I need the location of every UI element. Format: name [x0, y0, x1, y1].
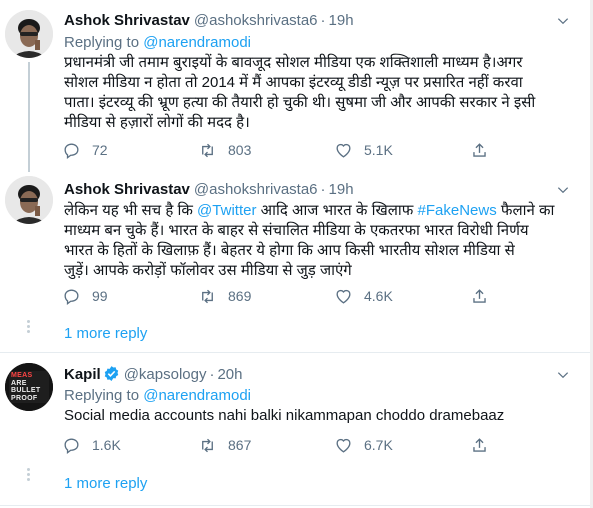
retweet-button[interactable]: 869 [198, 286, 251, 306]
retweet-button[interactable]: 867 [198, 435, 251, 455]
user-handle[interactable]: @ashokshrivasta6 [194, 181, 318, 198]
separator-dot: · [320, 12, 326, 29]
divider [0, 505, 593, 506]
share-button[interactable] [470, 140, 489, 160]
tweet-text-line: मीडिया से हज़ारों लोगों की मदद है। [64, 114, 250, 131]
show-more-replies-link[interactable]: 1 more reply [64, 474, 147, 494]
tweet-actions: 72 803 5.1K [62, 140, 522, 160]
share-button[interactable] [470, 435, 489, 455]
display-name[interactable]: Ashok Shrivastav [64, 181, 190, 198]
replying-to-link[interactable]: @narendramodi [143, 34, 251, 51]
replying-prefix: Replying to [64, 387, 144, 404]
tweet-header: Ashok Shrivastav @ashokshrivasta6 · 19h [64, 11, 354, 31]
tweet-actions: 99 869 4.6K [62, 286, 522, 306]
tweet-text: Social media accounts nahi balki nikamma… [64, 406, 586, 426]
reply-icon [64, 437, 79, 454]
like-count: 4.6K [364, 288, 393, 304]
retweet-count: 867 [228, 437, 252, 453]
reply-count: 1.6K [92, 437, 121, 453]
retweet-button[interactable]: 803 [198, 140, 251, 160]
tweet-text-line: भारत के हितों के खिलाफ़ हैं। बेहतर ये हो… [64, 242, 515, 259]
avatar-text: MEAS ARE BULLET PROOF [11, 372, 41, 402]
thread-continuation-dots [18, 318, 38, 335]
tweet-text-segment: आदि आज भारत के खिलाफ [256, 202, 418, 219]
thread-continuation-dots [18, 466, 38, 483]
reply-button[interactable]: 72 [62, 140, 108, 160]
tweet-1[interactable]: Ashok Shrivastav @ashokshrivasta6 · 19h Rep… [0, 0, 593, 172]
reply-button[interactable]: 1.6K [62, 435, 121, 455]
reply-count: 72 [92, 142, 108, 158]
like-button[interactable]: 4.6K [334, 286, 393, 306]
share-icon [473, 437, 486, 452]
chevron-down-icon[interactable] [556, 368, 570, 382]
retweet-icon [202, 143, 213, 157]
replying-to-link[interactable]: @narendramodi [143, 387, 251, 404]
tweet-text-segment: फैलाने का [496, 202, 555, 219]
replying-to: Replying to @narendramodi [64, 386, 251, 406]
avatar[interactable]: MEAS ARE BULLET PROOF [5, 363, 53, 411]
share-icon [473, 142, 486, 157]
chevron-down-icon[interactable] [556, 183, 570, 197]
avatar[interactable] [5, 10, 53, 58]
user-handle[interactable]: @kapsology [124, 366, 207, 383]
replying-prefix: Replying to [64, 34, 144, 51]
separator-dot: · [209, 366, 215, 383]
avatar[interactable] [5, 176, 53, 224]
tweet-text-line: सोशल मीडिया न होता तो 2014 में मैं आपका … [64, 74, 523, 91]
tweet-header: Ashok Shrivastav @ashokshrivasta6 · 19h [64, 180, 354, 200]
tweet-2[interactable]: Ashok Shrivastav @ashokshrivasta6 · 19h लेक… [0, 172, 593, 310]
verified-badge-icon [104, 366, 118, 381]
heart-icon [336, 143, 351, 158]
avatar-image [5, 10, 53, 58]
like-count: 6.7K [364, 437, 393, 453]
retweet-count: 869 [228, 288, 252, 304]
heart-icon [336, 289, 351, 304]
retweet-count: 803 [228, 142, 252, 158]
thread-line [28, 62, 30, 172]
tweet-text-line: माध्यम बन चुके हैं। भारत के बाहर से संचा… [64, 222, 529, 239]
reply-icon [64, 288, 79, 305]
retweet-icon [202, 438, 213, 452]
mention-link[interactable]: @Twitter [197, 202, 256, 219]
share-icon [473, 288, 486, 303]
timestamp[interactable]: 19h [329, 12, 354, 29]
tweet-text-line: जुड़ें। आपके करोड़ों फॉलोवर उस मीडिया से… [64, 262, 352, 279]
chevron-down-icon[interactable] [556, 14, 570, 28]
tweet-3[interactable]: MEAS ARE BULLET PROOF Kapil @kapsology · 20… [0, 353, 593, 463]
tweet-text-line: लेकिन यह भी सच है कि @Twitter आदि आज भार… [64, 201, 586, 221]
avatar-image [5, 176, 53, 224]
reply-icon [64, 142, 79, 159]
retweet-icon [202, 289, 213, 303]
tweet-text-segment: लेकिन यह भी सच है कि [64, 202, 198, 219]
like-button[interactable]: 5.1K [334, 140, 393, 160]
timestamp[interactable]: 20h [217, 366, 242, 383]
like-button[interactable]: 6.7K [334, 435, 393, 455]
tweet-actions: 1.6K 867 6.7K [62, 435, 522, 455]
heart-icon [336, 438, 351, 453]
tweet-text-line: पाता। इंटरव्यू की भ्रूण हत्या की तैयारी … [64, 94, 536, 111]
replying-to: Replying to @narendramodi [64, 33, 251, 53]
like-count: 5.1K [364, 142, 393, 158]
show-more-replies-link[interactable]: 1 more reply [64, 324, 147, 344]
hashtag-link[interactable]: #FakeNews [418, 202, 497, 219]
reply-button[interactable]: 99 [62, 286, 108, 306]
reply-count: 99 [92, 288, 108, 304]
tweet-text: लेकिन यह भी सच है कि @Twitter आदि आज भार… [64, 201, 586, 281]
display-name[interactable]: Ashok Shrivastav [64, 12, 190, 29]
tweet-text: प्रधानमंत्री जी तमाम बुराइयों के बावजूद … [64, 53, 586, 133]
timestamp[interactable]: 19h [329, 181, 354, 198]
display-name[interactable]: Kapil [64, 366, 101, 383]
user-handle[interactable]: @ashokshrivasta6 [194, 12, 318, 29]
tweet-header: Kapil @kapsology · 20h [64, 365, 243, 385]
tweet-text-line: Social media accounts nahi balki nikamma… [64, 407, 505, 424]
separator-dot: · [320, 181, 326, 198]
tweet-text-line: प्रधानमंत्री जी तमाम बुराइयों के बावजूद … [64, 54, 523, 71]
share-button[interactable] [470, 286, 489, 306]
